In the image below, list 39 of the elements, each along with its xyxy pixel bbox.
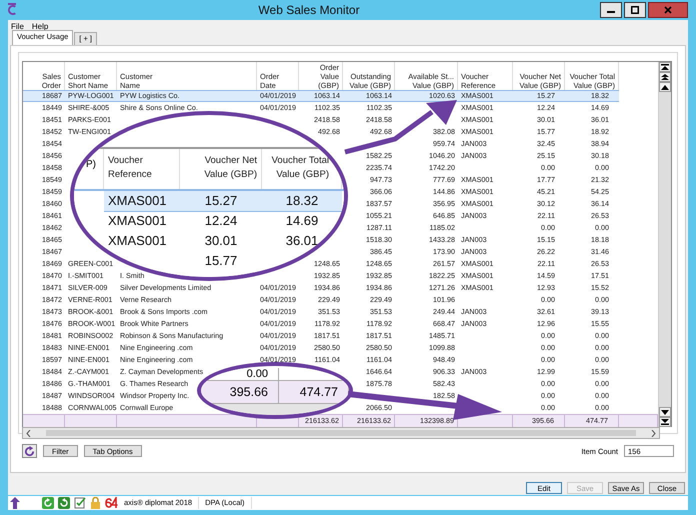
menu-item[interactable]: File	[11, 22, 24, 30]
callout-cell: 18.32	[262, 191, 342, 212]
scroll-bottom-icon	[661, 419, 669, 425]
scroll-up-icon	[661, 84, 669, 90]
callout-cell-text: 12.24	[204, 212, 238, 230]
callout-cell: 15.27	[180, 191, 262, 212]
callout-column-header: Voucher Reference	[104, 149, 180, 189]
close-button[interactable]	[648, 2, 688, 18]
scroll-right-icon	[651, 430, 656, 436]
up-arrow-icon	[10, 497, 20, 509]
menu-item[interactable]: Help	[32, 22, 48, 30]
refresh-icon	[24, 446, 35, 456]
maximize-icon	[631, 6, 639, 14]
scroll-left-icon	[26, 430, 31, 436]
callout-column-header: Voucher Net Value (GBP)	[180, 149, 262, 189]
close-icon	[664, 6, 672, 14]
callout-column-header: Voucher Total Value (GBP)	[262, 149, 342, 189]
callout-cell-text: 30.01	[204, 232, 238, 250]
callout-cell-text: XMAS001	[107, 212, 168, 230]
logo-icon	[105, 497, 118, 509]
horizontal-scrollbar[interactable]	[22, 427, 660, 439]
refresh-button[interactable]	[22, 444, 37, 458]
callout-cell-text: 15.77	[204, 252, 238, 270]
callout-cell-text: XMAS001	[107, 232, 168, 250]
window-title: Web Sales Monitor	[257, 3, 361, 17]
maximize-button[interactable]	[624, 2, 646, 18]
callout-cell-text: 14.69	[284, 212, 320, 230]
scroll-down-icon	[661, 410, 669, 414]
callout-cell: 474.77	[279, 381, 349, 403]
callout-cell: XMAS001	[104, 191, 180, 212]
padlock-icon	[90, 497, 101, 509]
column-header-fragment: P)	[86, 149, 104, 189]
minimize-button[interactable]	[600, 2, 622, 18]
vertical-scrollbar[interactable]	[658, 62, 671, 427]
callout-cell: 395.66	[201, 381, 279, 403]
callout-cell-text: 36.01	[284, 232, 320, 250]
scroll-top-icon	[661, 64, 669, 70]
app-icon	[6, 3, 18, 17]
page-up-icon	[661, 74, 669, 80]
